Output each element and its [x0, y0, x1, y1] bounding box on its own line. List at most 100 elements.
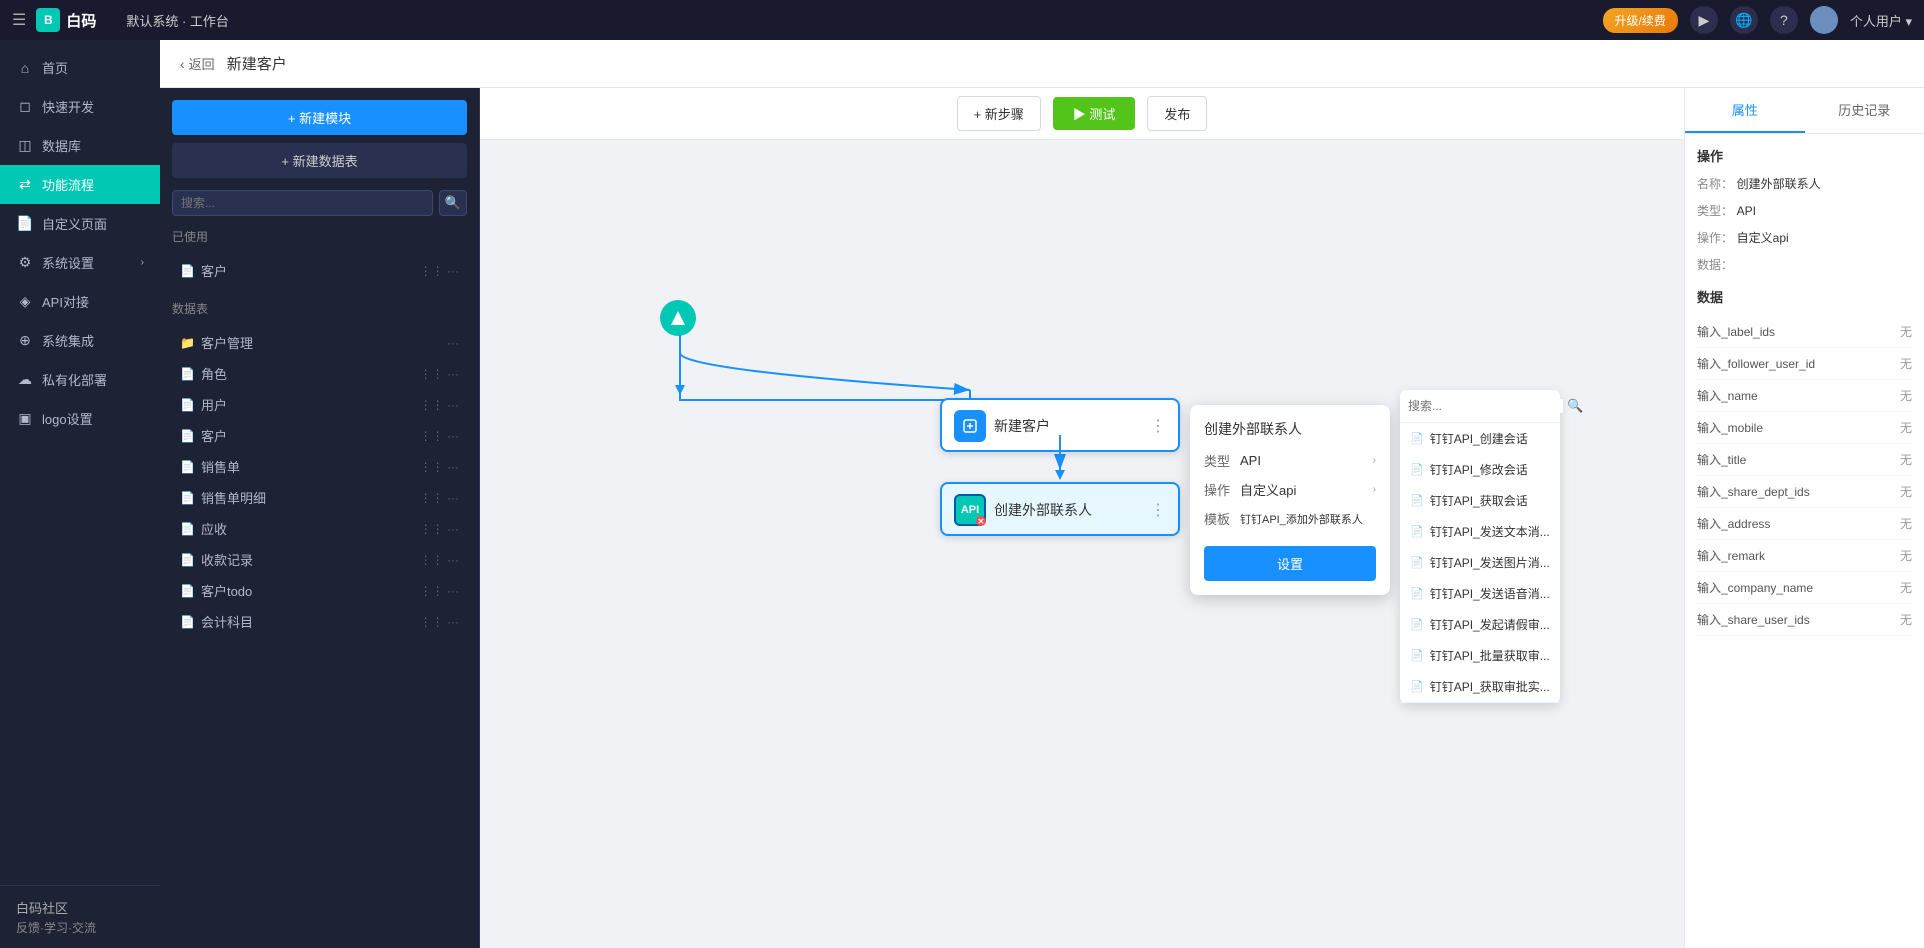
sidebar-item-label: 首页	[42, 58, 68, 77]
canvas-toolbar: + 新步骤 ▶ 测试 发布	[480, 88, 1684, 140]
node-create-contact[interactable]: API ✕ 创建外部联系人 ⋮	[940, 482, 1180, 536]
file-icon: 📄	[180, 615, 195, 629]
globe-icon[interactable]: 🌐	[1730, 6, 1758, 34]
sidebar-bottom: 白码社区 反馈·学习·交流	[0, 885, 160, 948]
sidebar-item-integration[interactable]: ⊕ 系统集成	[0, 321, 160, 360]
new-module-button[interactable]: + 新建模块	[172, 100, 467, 135]
sidebar-item-flow[interactable]: ⇄ 功能流程	[0, 165, 160, 204]
user-label[interactable]: 个人用户 ▾	[1850, 11, 1912, 30]
upgrade-button[interactable]: 升级/续费	[1603, 8, 1678, 33]
table-item-4[interactable]: 📄 销售单 ⋮⋮ ···	[172, 451, 467, 482]
sidebar-item-label: 私有化部署	[42, 370, 107, 389]
main-layout: ⌂ 首页 ◻ 快速开发 ◫ 数据库 ⇄ 功能流程 📄 自定义页面 ⚙ 系统设置	[0, 40, 1924, 948]
used-item-customer[interactable]: 📄 客户 ⋮⋮ ···	[172, 255, 467, 286]
item-actions: ⋮⋮ ···	[420, 491, 459, 505]
popup-type-row: 类型 API ›	[1204, 451, 1376, 470]
table-item-9[interactable]: 📄 会计科目 ⋮⋮ ···	[172, 606, 467, 637]
node2-icon: API ✕	[954, 494, 986, 526]
table-item-7[interactable]: 📄 收款记录 ⋮⋮ ···	[172, 544, 467, 575]
sidebar-item-quick-dev[interactable]: ◻ 快速开发	[0, 87, 160, 126]
node1-menu[interactable]: ⋮	[1150, 416, 1166, 436]
logo-settings-icon: ▣	[16, 410, 34, 428]
data-val-6: 无	[1900, 515, 1912, 532]
node2-title: 创建外部联系人	[994, 500, 1142, 520]
item-actions: ⋮⋮ ···	[420, 615, 459, 629]
doc-icon: 📄	[1410, 618, 1424, 631]
item-actions: ⋮⋮ ···	[420, 460, 459, 474]
node2-menu[interactable]: ⋮	[1150, 500, 1166, 520]
table-item-6[interactable]: 📄 应收 ⋮⋮ ···	[172, 513, 467, 544]
help-icon[interactable]: ?	[1770, 6, 1798, 34]
dropdown-item-2[interactable]: 📄 钉钉API_获取会话	[1400, 485, 1560, 516]
file-icon: 📄	[180, 429, 195, 443]
sidebar-item-custom-page[interactable]: 📄 自定义页面	[0, 204, 160, 243]
settings-button[interactable]: 设置	[1204, 546, 1376, 581]
home-icon: ⌂	[16, 59, 34, 77]
popup-action-value[interactable]: 自定义api ›	[1240, 480, 1376, 499]
field-data: 数据：	[1697, 256, 1912, 273]
sidebar-item-system-settings[interactable]: ⚙ 系统设置 ›	[0, 243, 160, 282]
item-actions: ⋮⋮ ···	[420, 584, 459, 598]
data-item-5: 输入_share_dept_ids 无	[1697, 476, 1912, 508]
sidebar-item-api[interactable]: ◈ API对接	[0, 282, 160, 321]
dropdown-item-5[interactable]: 📄 钉钉API_发送语音消...	[1400, 578, 1560, 609]
popup-action-row: 操作 自定义api ›	[1204, 480, 1376, 499]
api-icon: ◈	[16, 293, 34, 311]
dropdown-item-6[interactable]: 📄 钉钉API_发起请假审...	[1400, 609, 1560, 640]
node-new-customer[interactable]: 新建客户 ⋮	[940, 398, 1180, 452]
sidebar-item-private-deploy[interactable]: ☁ 私有化部署	[0, 360, 160, 399]
table-item-3[interactable]: 📄 客户 ⋮⋮ ···	[172, 420, 467, 451]
new-step-button[interactable]: + 新步骤	[957, 96, 1041, 131]
dropdown-item-1[interactable]: 📄 钉钉API_修改会话	[1400, 454, 1560, 485]
operation-section-title: 操作	[1697, 146, 1912, 165]
doc-icon: 📄	[1410, 463, 1424, 476]
sidebar-item-database[interactable]: ◫ 数据库	[0, 126, 160, 165]
table-item-8[interactable]: 📄 客户todo ⋮⋮ ···	[172, 575, 467, 606]
tab-properties[interactable]: 属性	[1685, 88, 1805, 133]
publish-button[interactable]: 发布	[1147, 96, 1207, 131]
canvas-content[interactable]: 新建客户 ⋮ API ✕	[480, 140, 1684, 948]
table-item-2[interactable]: 📄 用户 ⋮⋮ ···	[172, 389, 467, 420]
start-node[interactable]	[660, 300, 696, 336]
field-name: 名称： 创建外部联系人	[1697, 175, 1912, 192]
dropdown-item-4[interactable]: 📄 钉钉API_发送图片消...	[1400, 547, 1560, 578]
sub-layout: + 新建模块 + 新建数据表 🔍 已使用 📄 客户 ⋮⋮ ··· 数据	[160, 88, 1924, 948]
search-dropdown-input[interactable]	[1408, 399, 1563, 413]
field-action: 操作： 自定义api	[1697, 229, 1912, 246]
file-icon: 📄	[180, 264, 195, 278]
popup-type-value[interactable]: API ›	[1240, 453, 1376, 468]
table-item-1[interactable]: 📄 角色 ⋮⋮ ···	[172, 358, 467, 389]
sidebar-item-label: 数据库	[42, 136, 81, 155]
avatar[interactable]	[1810, 6, 1838, 34]
left-search-input[interactable]	[172, 190, 433, 216]
table-item-0[interactable]: 📁 客户管理 ···	[172, 327, 467, 358]
popup-action-label: 操作	[1204, 480, 1240, 499]
integration-icon: ⊕	[16, 332, 34, 350]
data-key-5: 输入_share_dept_ids	[1697, 483, 1900, 500]
sidebar-item-logo-settings[interactable]: ▣ logo设置	[0, 399, 160, 438]
popup-template-value[interactable]: 钉钉API_添加外部联系人	[1240, 511, 1376, 527]
test-button[interactable]: ▶ 测试	[1053, 97, 1136, 130]
menu-icon[interactable]: ☰	[12, 10, 26, 30]
search-icon[interactable]: 🔍	[439, 190, 467, 216]
data-key-3: 输入_mobile	[1697, 419, 1900, 436]
community-title[interactable]: 白码社区	[16, 898, 144, 917]
dropdown-item-7[interactable]: 📄 钉钉API_批量获取审...	[1400, 640, 1560, 671]
sidebar-item-label: 快速开发	[42, 97, 94, 116]
sidebar-item-home[interactable]: ⌂ 首页	[0, 48, 160, 87]
back-button[interactable]: ‹ 返回	[180, 54, 215, 73]
item-actions: ···	[447, 336, 459, 350]
play-icon[interactable]: ▶	[1690, 6, 1718, 34]
dropdown-item-9[interactable]: 📄 钉钉API_添加外部联... ✓	[1400, 702, 1560, 703]
field-type-value: API	[1737, 204, 1756, 218]
dropdown-item-3[interactable]: 📄 钉钉API_发送文本消...	[1400, 516, 1560, 547]
field-name-value: 创建外部联系人	[1737, 177, 1821, 191]
new-table-button[interactable]: + 新建数据表	[172, 143, 467, 178]
canvas-area: + 新步骤 ▶ 测试 发布	[480, 88, 1684, 948]
dropdown-item-0[interactable]: 📄 钉钉API_创建会话	[1400, 423, 1560, 454]
item-label: 客户	[201, 426, 414, 445]
field-action-value: 自定义api	[1737, 231, 1789, 245]
table-item-5[interactable]: 📄 销售单明细 ⋮⋮ ···	[172, 482, 467, 513]
dropdown-item-8[interactable]: 📄 钉钉API_获取审批实...	[1400, 671, 1560, 702]
tab-history[interactable]: 历史记录	[1805, 88, 1924, 133]
